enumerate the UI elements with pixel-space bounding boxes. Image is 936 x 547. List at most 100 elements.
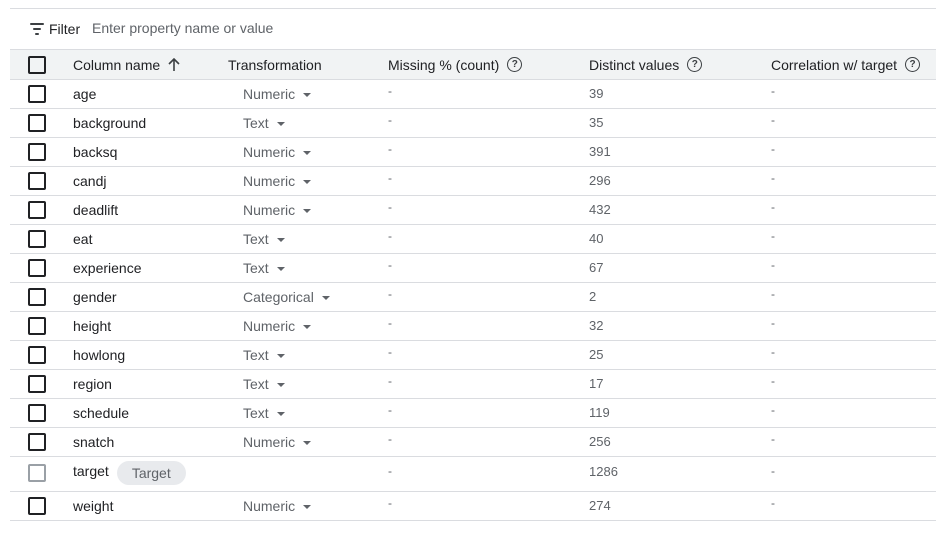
transformation-dropdown[interactable]: Categorical (243, 289, 330, 305)
table-header: Column name Transformation Missing % (co… (10, 49, 936, 80)
filter-input[interactable] (92, 16, 592, 40)
table-row[interactable]: gender Categorical - 2 - (10, 283, 936, 312)
select-all-checkbox[interactable] (28, 55, 46, 74)
distinct-cell: 67 (589, 260, 604, 275)
transformation-dropdown[interactable]: Numeric (243, 318, 312, 334)
row-select-cell (28, 167, 46, 195)
row-checkbox[interactable] (28, 404, 46, 422)
filter-label[interactable]: Filter (49, 21, 80, 37)
missing-cell: - (388, 464, 392, 478)
transformation-dropdown[interactable]: Text (243, 260, 285, 276)
row-select-cell (28, 341, 46, 369)
table-row[interactable]: age Numeric - 39 - (10, 80, 936, 109)
table-row[interactable]: backsq Numeric - 391 - (10, 138, 936, 167)
table-row[interactable]: target Target - 1286 - (10, 457, 936, 492)
arrow-drop-down-icon (303, 505, 312, 509)
transformation-dropdown[interactable]: Numeric (243, 498, 312, 514)
row-checkbox[interactable] (28, 172, 46, 190)
column-name: schedule (73, 405, 130, 421)
correlation-cell: - (771, 171, 775, 185)
row-checkbox[interactable] (28, 230, 46, 248)
row-checkbox[interactable] (28, 201, 46, 219)
table-row[interactable]: snatch Numeric - 256 - (10, 428, 936, 457)
row-checkbox[interactable] (28, 259, 46, 277)
transformation-dropdown[interactable]: Numeric (243, 144, 312, 160)
distinct-cell: 2 (589, 289, 597, 304)
column-name: background (73, 115, 147, 131)
table-row[interactable]: schedule Text - 119 - (10, 399, 936, 428)
row-checkbox[interactable] (28, 288, 46, 306)
distinct-cell: 1286 (589, 464, 618, 479)
missing-cell: - (388, 316, 392, 330)
column-name: target (73, 463, 109, 479)
column-name: region (73, 376, 112, 392)
column-name-cell: experience (73, 254, 142, 282)
missing-cell: - (388, 287, 392, 301)
table-row[interactable]: height Numeric - 32 - (10, 312, 936, 341)
table-row[interactable]: deadlift Numeric - 432 - (10, 196, 936, 225)
row-select-cell (28, 492, 46, 520)
row-checkbox[interactable] (28, 143, 46, 161)
help-outline-icon[interactable]: ? (687, 57, 703, 72)
arrow-drop-down-icon (303, 93, 312, 97)
transformation-dropdown[interactable]: Text (243, 115, 285, 131)
row-checkbox[interactable] (28, 317, 46, 335)
help-outline-icon[interactable]: ? (905, 57, 921, 72)
arrow-drop-down-icon (276, 383, 285, 387)
arrow-upward-icon[interactable] (168, 57, 180, 72)
transformation-value: Numeric (243, 86, 296, 102)
missing-cell: - (388, 200, 392, 214)
header-missing: Missing % (count) ? (388, 50, 523, 79)
transformation-dropdown[interactable]: Numeric (243, 173, 312, 189)
table-row[interactable]: howlong Text - 25 - (10, 341, 936, 370)
column-name-cell: gender (73, 283, 117, 311)
correlation-cell: - (771, 287, 775, 301)
header-column-name-label: Column name (73, 56, 161, 73)
row-checkbox[interactable] (28, 497, 46, 515)
column-name-cell: target Target (73, 457, 186, 491)
header-transformation-label: Transformation (228, 56, 322, 73)
transformation-cell: Text (243, 109, 285, 137)
row-checkbox[interactable] (28, 114, 46, 132)
transformation-value: Numeric (243, 202, 296, 218)
missing-cell: - (388, 432, 392, 446)
row-checkbox[interactable] (28, 346, 46, 364)
transformation-dropdown[interactable]: Text (243, 347, 285, 363)
transformation-dropdown[interactable]: Text (243, 376, 285, 392)
column-name-cell: background (73, 109, 146, 137)
distinct-cell: 40 (589, 231, 604, 246)
column-name: deadlift (73, 202, 119, 218)
table-row[interactable]: region Text - 17 - (10, 370, 936, 399)
row-select-cell (28, 225, 46, 253)
row-checkbox[interactable] (28, 375, 46, 393)
table-row[interactable]: weight Numeric - 274 - (10, 492, 936, 521)
arrow-drop-down-icon (276, 354, 285, 358)
filter-list-icon[interactable] (30, 23, 44, 35)
correlation-cell: - (771, 200, 775, 214)
row-checkbox[interactable] (28, 433, 46, 451)
transformation-dropdown[interactable]: Text (243, 231, 285, 247)
row-checkbox[interactable] (28, 85, 46, 103)
transformation-cell: Text (243, 254, 285, 282)
transformation-dropdown[interactable]: Numeric (243, 202, 312, 218)
column-name-cell: height (73, 312, 111, 340)
transformation-dropdown[interactable]: Numeric (243, 86, 312, 102)
header-column-name[interactable]: Column name (73, 50, 180, 79)
help-outline-icon[interactable]: ? (507, 57, 523, 72)
table-row[interactable]: background Text - 35 - (10, 109, 936, 138)
transformation-dropdown[interactable]: Numeric (243, 434, 312, 450)
transformation-cell: Numeric (243, 312, 312, 340)
table-row[interactable]: experience Text - 67 - (10, 254, 936, 283)
correlation-cell: - (771, 142, 775, 156)
header-distinct: Distinct values ? (589, 50, 703, 79)
table-row[interactable]: candj Numeric - 296 - (10, 167, 936, 196)
correlation-cell: - (771, 403, 775, 417)
column-name: experience (73, 260, 142, 276)
distinct-cell: 39 (589, 86, 604, 101)
transformation-value: Text (243, 115, 269, 131)
row-select-cell (28, 370, 46, 398)
column-name-cell: age (73, 80, 96, 108)
arrow-drop-down-icon (303, 325, 312, 329)
table-row[interactable]: eat Text - 40 - (10, 225, 936, 254)
transformation-dropdown[interactable]: Text (243, 405, 285, 421)
